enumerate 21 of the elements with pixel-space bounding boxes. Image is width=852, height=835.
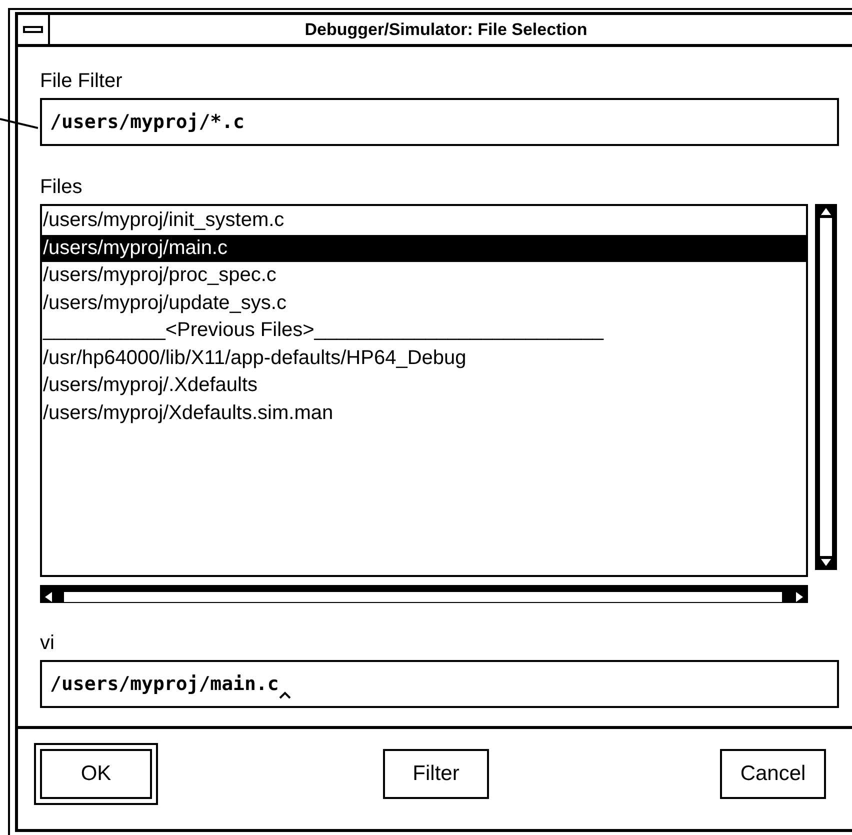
file-list-item[interactable]: /users/myproj/init_system.c <box>42 207 806 234</box>
selection-label: vi <box>40 631 54 655</box>
file-list[interactable] <box>40 204 808 577</box>
file-list-item[interactable]: ___________<Previous Files>__________________________ <box>42 317 806 344</box>
window-menu-icon <box>23 26 43 34</box>
file-list-item[interactable]: /users/myproj/update_sys.c <box>42 290 806 317</box>
file-list-item[interactable]: /users/myproj/Xdefaults.sim.man <box>42 400 806 427</box>
file-list-item[interactable]: /users/myproj/proc_spec.c <box>42 262 806 290</box>
text-cursor-icon <box>278 691 291 699</box>
vertical-scrollbar[interactable] <box>815 204 837 570</box>
files-label: Files <box>40 175 82 199</box>
file-list-item[interactable]: /users/myproj/main.c <box>42 234 806 262</box>
file-list-item[interactable]: /users/myproj/.Xdefaults <box>42 372 806 400</box>
window-title: Debugger/Simulator: File Selection <box>304 19 588 41</box>
filter-field[interactable]: /users/myproj/*.c <box>40 98 839 146</box>
horizontal-scrollbar[interactable] <box>40 585 808 603</box>
file-list-item[interactable]: /usr/hp64000/lib/X11/app-defaults/HP64_Debug <box>42 344 806 372</box>
selection-field[interactable]: /users/myproj/main.c <box>40 660 839 708</box>
filter-label: File Filter <box>40 69 122 93</box>
dialog-button[interactable]: Cancel <box>720 749 826 799</box>
dialog-button[interactable]: Filter <box>383 749 489 799</box>
